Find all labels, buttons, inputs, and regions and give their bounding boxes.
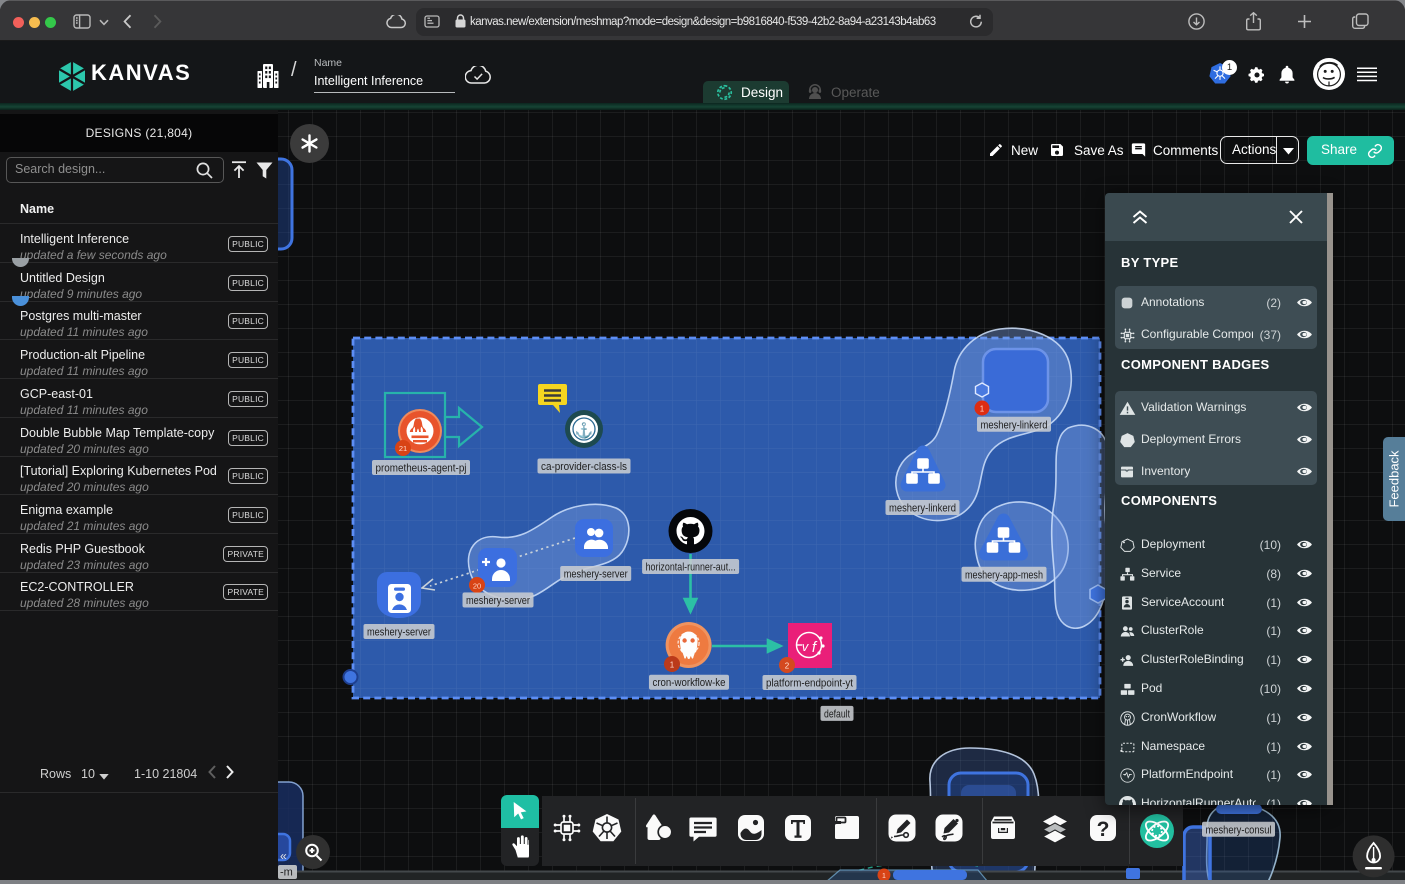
- svg-text:1: 1: [980, 405, 985, 414]
- svg-text:horizontal-runner-aut...: horizontal-runner-aut...: [646, 562, 736, 574]
- svg-text:default: default: [824, 708, 850, 720]
- svg-text:1: 1: [882, 873, 886, 880]
- svg-text:-m: -m: [280, 867, 293, 879]
- svg-text:⚓: ⚓: [575, 422, 594, 440]
- svg-text:meshery-consul: meshery-consul: [1206, 824, 1272, 836]
- svg-text:«: «: [280, 849, 287, 863]
- svg-text:20: 20: [473, 582, 481, 591]
- svg-text:?: ?: [1097, 818, 1110, 841]
- svg-text:2: 2: [785, 662, 790, 671]
- svg-text:platform-endpoint-yt: platform-endpoint-yt: [766, 678, 853, 690]
- svg-text:prometheus-agent-pj: prometheus-agent-pj: [376, 463, 467, 475]
- svg-text:meshery-server: meshery-server: [367, 627, 431, 639]
- svg-text:ca-provider-class-ls: ca-provider-class-ls: [541, 461, 627, 473]
- svg-text:meshery-linkerd: meshery-linkerd: [981, 419, 1048, 431]
- svg-text:21: 21: [399, 444, 407, 453]
- svg-text:cron-workflow-ke: cron-workflow-ke: [653, 677, 726, 689]
- svg-text:meshery-server: meshery-server: [466, 595, 530, 607]
- svg-text:meshery-server: meshery-server: [564, 569, 628, 581]
- svg-text:1: 1: [670, 661, 675, 670]
- svg-text:meshery-app-mesh: meshery-app-mesh: [965, 569, 1043, 581]
- svg-text:meshery-linkerd: meshery-linkerd: [889, 503, 956, 515]
